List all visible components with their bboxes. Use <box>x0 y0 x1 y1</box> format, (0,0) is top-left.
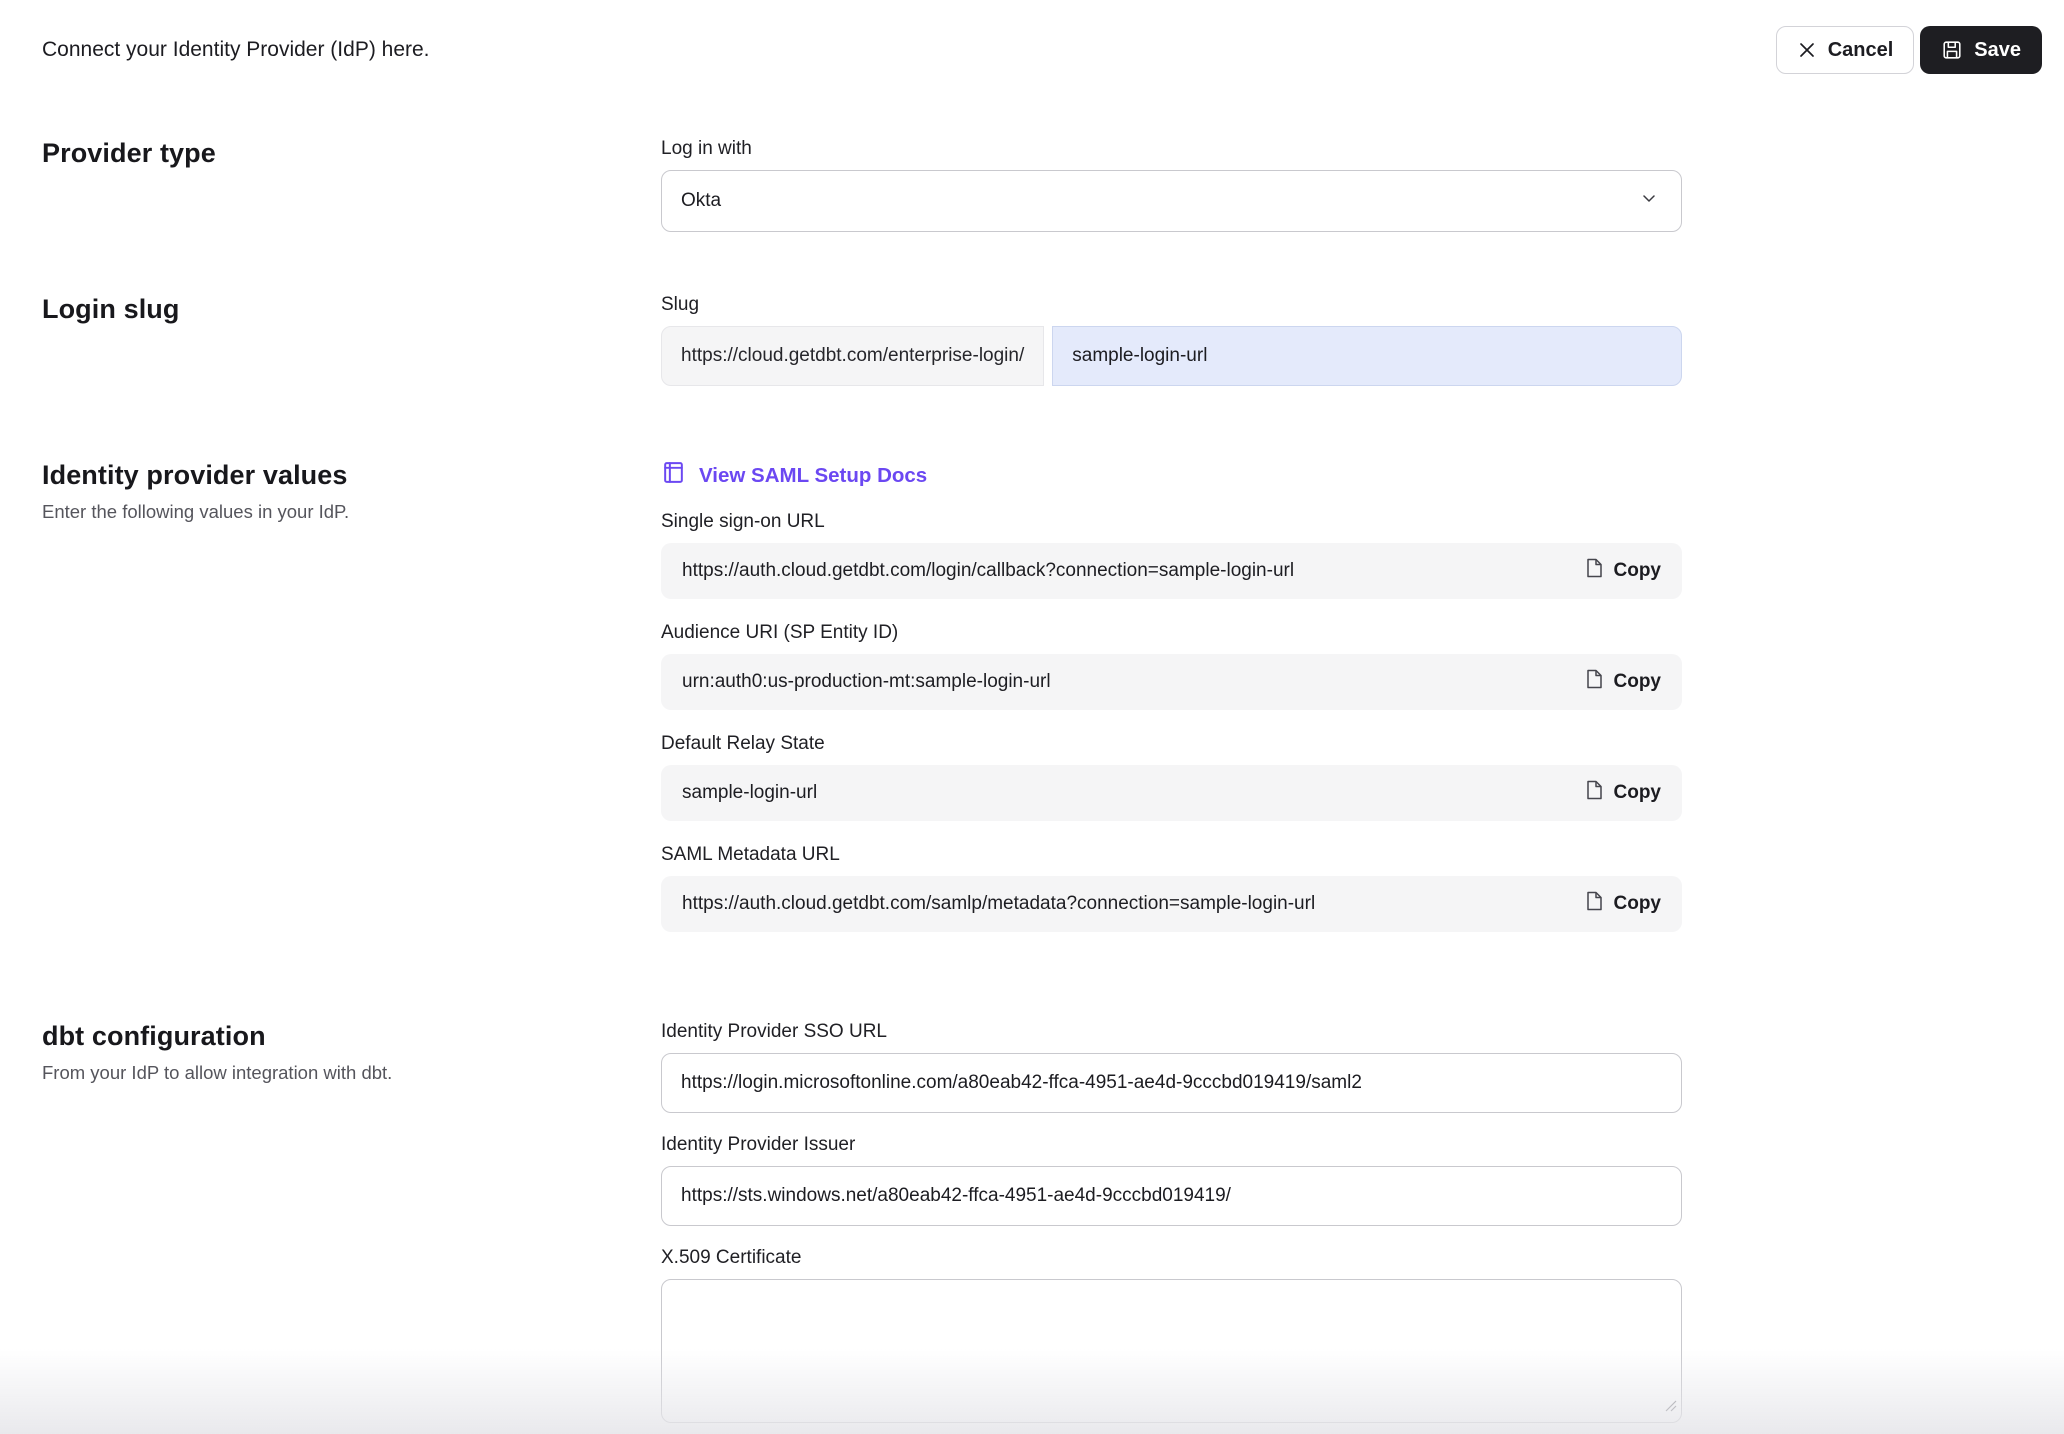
dbt-config-subheading: From your IdP to allow integration with … <box>42 1062 631 1084</box>
copy-button-label: Copy <box>1614 560 1662 582</box>
login-slug-section: Login slug Slug https://cloud.getdbt.com… <box>0 294 2064 386</box>
copy-icon <box>1584 890 1604 918</box>
slug-field-group: https://cloud.getdbt.com/enterprise-logi… <box>661 326 1682 386</box>
relay-state-group: Default Relay State sample-login-url Cop… <box>661 733 1682 821</box>
copy-audience-uri-button[interactable]: Copy <box>1584 668 1662 696</box>
close-icon <box>1797 40 1817 60</box>
provider-type-section: Provider type Log in with Okta <box>0 138 2064 232</box>
login-slug-heading: Login slug <box>42 294 631 325</box>
single-sign-on-url-label: Single sign-on URL <box>661 511 1682 533</box>
idp-issuer-input[interactable] <box>661 1166 1682 1226</box>
provider-type-heading: Provider type <box>42 138 631 169</box>
audience-uri-label: Audience URI (SP Entity ID) <box>661 622 1682 644</box>
single-sign-on-url-field: https://auth.cloud.getdbt.com/login/call… <box>661 543 1682 599</box>
dbt-config-heading: dbt configuration <box>42 1021 631 1052</box>
idp-sso-url-input[interactable] <box>661 1053 1682 1113</box>
copy-sso-url-button[interactable]: Copy <box>1584 557 1662 585</box>
saml-metadata-group: SAML Metadata URL https://auth.cloud.get… <box>661 844 1682 932</box>
cancel-button[interactable]: Cancel <box>1776 26 1915 74</box>
slug-url-prefix: https://cloud.getdbt.com/enterprise-logi… <box>661 326 1044 386</box>
idp-values-heading: Identity provider values <box>42 460 631 491</box>
save-icon <box>1941 39 1963 61</box>
copy-icon <box>1584 668 1604 696</box>
audience-uri-field: urn:auth0:us-production-mt:sample-login-… <box>661 654 1682 710</box>
copy-icon <box>1584 557 1604 585</box>
save-button[interactable]: Save <box>1920 26 2042 74</box>
saml-docs-link-label: View SAML Setup Docs <box>699 464 927 488</box>
copy-icon <box>1584 779 1604 807</box>
single-sign-on-url-value: https://auth.cloud.getdbt.com/login/call… <box>682 560 1294 582</box>
page-header: Connect your Identity Provider (IdP) her… <box>0 0 2064 74</box>
slug-input[interactable] <box>1052 326 1682 386</box>
idp-sso-url-group: Identity Provider SSO URL <box>661 1021 1682 1113</box>
provider-select-value: Okta <box>681 190 721 212</box>
saml-metadata-value: https://auth.cloud.getdbt.com/samlp/meta… <box>682 893 1315 915</box>
copy-saml-metadata-button[interactable]: Copy <box>1584 890 1662 918</box>
idp-sso-url-label: Identity Provider SSO URL <box>661 1021 1682 1043</box>
saml-metadata-field: https://auth.cloud.getdbt.com/samlp/meta… <box>661 876 1682 932</box>
book-icon <box>661 460 686 491</box>
chevron-down-icon <box>1639 189 1659 214</box>
header-actions: Cancel Save <box>1776 26 2042 74</box>
copy-button-label: Copy <box>1614 893 1662 915</box>
sso-url-group: Single sign-on URL https://auth.cloud.ge… <box>661 511 1682 599</box>
idp-values-subheading: Enter the following values in your IdP. <box>42 501 631 523</box>
certificate-group: X.509 Certificate <box>661 1247 1682 1423</box>
provider-select[interactable]: Okta <box>661 170 1682 232</box>
saml-metadata-label: SAML Metadata URL <box>661 844 1682 866</box>
audience-uri-value: urn:auth0:us-production-mt:sample-login-… <box>682 671 1051 693</box>
resize-handle-icon[interactable] <box>1663 1398 1677 1417</box>
idp-issuer-label: Identity Provider Issuer <box>661 1134 1682 1156</box>
login-with-label: Log in with <box>661 138 1682 160</box>
relay-state-label: Default Relay State <box>661 733 1682 755</box>
slug-label: Slug <box>661 294 1682 316</box>
certificate-label: X.509 Certificate <box>661 1247 1682 1269</box>
relay-state-value: sample-login-url <box>682 782 817 804</box>
copy-button-label: Copy <box>1614 782 1662 804</box>
copy-button-label: Copy <box>1614 671 1662 693</box>
cancel-button-label: Cancel <box>1828 39 1894 62</box>
certificate-textarea[interactable] <box>661 1279 1682 1423</box>
copy-relay-state-button[interactable]: Copy <box>1584 779 1662 807</box>
identity-provider-values-section: Identity provider values Enter the follo… <box>0 460 2064 955</box>
relay-state-field: sample-login-url Copy <box>661 765 1682 821</box>
audience-uri-group: Audience URI (SP Entity ID) urn:auth0:us… <box>661 622 1682 710</box>
idp-issuer-group: Identity Provider Issuer <box>661 1134 1682 1226</box>
dbt-configuration-section: dbt configuration From your IdP to allow… <box>0 1021 2064 1434</box>
saml-docs-link[interactable]: View SAML Setup Docs <box>661 460 1682 491</box>
header-description: Connect your Identity Provider (IdP) her… <box>42 38 430 62</box>
save-button-label: Save <box>1974 39 2021 62</box>
